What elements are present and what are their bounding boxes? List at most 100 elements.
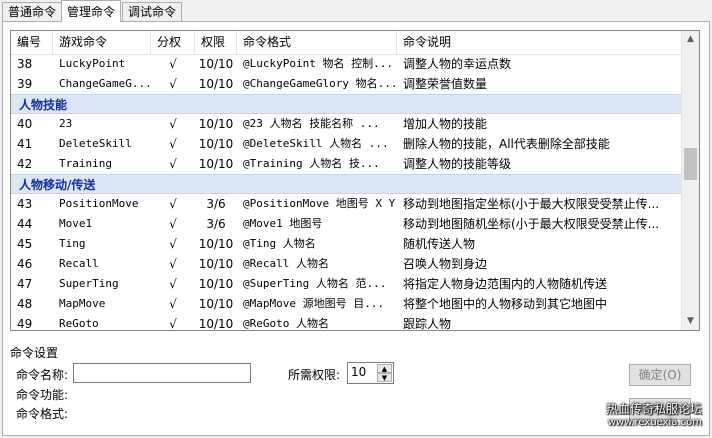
col-header-flag[interactable]: 分权 <box>151 31 195 54</box>
cell-command: MapMove <box>59 297 106 310</box>
col-header-permission[interactable]: 权限 <box>195 31 237 54</box>
vertical-scrollbar[interactable]: ▲ ▼ <box>681 31 699 330</box>
cell-permission: 10/10 <box>198 117 234 131</box>
tab-bar: 普通命令 管理命令 调试命令 <box>0 0 712 22</box>
cell-flag: √ <box>169 277 177 291</box>
cell-command: 23 <box>59 117 73 130</box>
table-row[interactable]: 40 23 √ 10/10 @23 人物名 技能名称 ... 增加人物的技能 <box>11 114 683 134</box>
cell-id: 45 <box>17 237 33 251</box>
cell-permission: 10/10 <box>198 137 234 151</box>
cell-permission: 3/6 <box>206 217 226 231</box>
cell-id: 43 <box>17 197 33 211</box>
command-function-label: 命令功能: <box>16 388 69 402</box>
scrollbar-thumb[interactable] <box>684 148 697 180</box>
watermark: 热血传奇私服论坛 www.rexuexia.com <box>606 400 702 428</box>
table-row[interactable]: 41 DeleteSkill √ 10/10 @DeleteSkill 人物名 ... 删… <box>11 134 683 154</box>
group-header-row[interactable]: 人物技能 <box>11 94 683 114</box>
tab-normal-commands[interactable]: 普通命令 <box>2 2 63 21</box>
cell-description: 调整人物的幸运点数 <box>403 57 512 71</box>
cell-format: @LuckyPoint 物名 控制... <box>243 57 393 70</box>
group-header-row[interactable]: 人物移动/传送 <box>11 174 683 194</box>
cell-id: 48 <box>17 297 33 311</box>
scroll-up-arrow-icon[interactable]: ▲ <box>682 31 699 48</box>
cell-format: @SuperTing 人物名 范... <box>243 277 387 290</box>
cell-flag: √ <box>169 117 177 131</box>
table-row[interactable]: 47 SuperTing √ 10/10 @SuperTing 人物名 范... 将指定人… <box>11 274 683 294</box>
cell-flag: √ <box>169 257 177 271</box>
watermark-line1: 热血传奇私服论坛 <box>605 402 702 416</box>
table-row[interactable]: 39 ChangeGameG... √ 10/10 @ChangeGameGlory 物… <box>11 74 683 94</box>
scroll-down-arrow-icon[interactable]: ▼ <box>682 313 699 330</box>
command-format-label: 命令格式: <box>16 407 69 421</box>
cell-id: 44 <box>17 217 33 231</box>
cell-flag: √ <box>169 217 177 231</box>
cell-command: ChangeGameG... <box>59 77 151 90</box>
cell-format: @ChangeGameGlory 物名... <box>243 77 397 90</box>
cell-command: Recall <box>59 257 99 270</box>
cell-description: 跟踪人物 <box>403 317 452 330</box>
cell-id: 49 <box>17 317 33 330</box>
cell-command: DeleteSkill <box>59 137 132 150</box>
table-row[interactable]: 48 MapMove √ 10/10 @MapMove 源地图号 目... 将整个地图中的… <box>11 294 683 314</box>
watermark-url: www.rexuexia.com <box>607 417 702 428</box>
cell-format: @DeleteSkill 人物名 ... <box>243 137 389 150</box>
cell-flag: √ <box>169 157 177 171</box>
cell-flag: √ <box>169 297 177 311</box>
cell-description: 调整荣誉值数量 <box>403 77 488 91</box>
col-header-id[interactable]: 编号 <box>11 31 53 54</box>
cell-permission: 10/10 <box>198 157 234 171</box>
confirm-button[interactable]: 确定(O) <box>629 364 691 386</box>
spin-down-icon[interactable]: ▼ <box>377 373 392 382</box>
cell-flag: √ <box>169 77 177 91</box>
cell-format: @23 人物名 技能名称 ... <box>243 117 380 130</box>
cell-format: @MapMove 源地图号 目... <box>243 297 385 310</box>
table-row[interactable]: 42 Training √ 10/10 @Training 人物名 技... 调整人物的技… <box>11 154 683 174</box>
cell-format: @ReGoto 人物名 <box>243 317 329 330</box>
table-row[interactable]: 46 Recall √ 10/10 @Recall 人物名 召唤人物到身边 <box>11 254 683 274</box>
table-row[interactable]: 45 Ting √ 10/10 @Ting 人物名 随机传送人物 <box>11 234 683 254</box>
cell-description: 移动到地图随机坐标(小于最大权限受受禁止传... <box>403 217 660 231</box>
settings-group-title: 命令设置 <box>10 346 59 360</box>
table-row[interactable]: 49 ReGoto √ 10/10 @ReGoto 人物名 跟踪人物 <box>11 314 683 330</box>
cell-permission: 10/10 <box>198 77 234 91</box>
command-name-label: 命令名称: <box>16 368 69 382</box>
table-header: 编号 游戏命令 分权 权限 命令格式 命令说明 <box>11 31 683 55</box>
table-row[interactable]: 38 LuckyPoint √ 10/10 @LuckyPoint 物名 控制... 调整… <box>11 54 683 74</box>
table-row[interactable]: 43 PositionMove √ 3/6 @PositionMove 地图号 X Y 移… <box>11 194 683 214</box>
cell-command: ReGoto <box>59 317 99 330</box>
cell-format: @Move1 地图号 <box>243 217 323 230</box>
cell-id: 46 <box>17 257 33 271</box>
col-header-command[interactable]: 游戏命令 <box>53 31 151 54</box>
cell-flag: √ <box>169 137 177 151</box>
tab-admin-commands[interactable]: 管理命令 <box>61 0 122 22</box>
permission-value: 10 <box>351 365 367 379</box>
cell-flag: √ <box>169 237 177 251</box>
col-header-description[interactable]: 命令说明 <box>397 31 683 54</box>
cell-id: 42 <box>17 157 33 171</box>
cell-format: @Ting 人物名 <box>243 237 316 250</box>
cell-description: 将指定人物身边范围内的人物随机传送 <box>403 277 608 291</box>
permission-spinner[interactable]: 10 ▲ ▼ <box>347 362 394 384</box>
cell-flag: √ <box>169 197 177 211</box>
cell-permission: 10/10 <box>198 317 234 330</box>
cell-description: 随机传送人物 <box>403 237 476 251</box>
spin-up-icon[interactable]: ▲ <box>377 364 392 373</box>
cell-flag: √ <box>169 57 177 71</box>
cell-command: PositionMove <box>59 197 139 210</box>
cell-id: 38 <box>17 57 33 71</box>
table-body: 38 LuckyPoint √ 10/10 @LuckyPoint 物名 控制... 调整… <box>11 54 683 330</box>
cell-format: @Recall 人物名 <box>243 257 329 270</box>
cell-description: 删除人物的技能，All代表删除全部技能 <box>403 137 610 151</box>
tab-debug-commands[interactable]: 调试命令 <box>122 2 183 21</box>
cell-permission: 10/10 <box>198 57 234 71</box>
cell-permission: 10/10 <box>198 257 234 271</box>
cell-id: 47 <box>17 277 33 291</box>
cell-description: 移动到地图指定坐标(小于最大权限受受禁止传... <box>403 197 660 211</box>
required-permission-label: 所需权限: <box>288 368 341 382</box>
table-row[interactable]: 44 Move1 √ 3/6 @Move1 地图号 移动到地图随机坐标(小于最大权限受受禁… <box>11 214 683 234</box>
cell-description: 召唤人物到身边 <box>403 257 488 271</box>
cell-id: 40 <box>17 117 33 131</box>
col-header-format[interactable]: 命令格式 <box>237 31 397 54</box>
command-name-input[interactable] <box>73 363 251 383</box>
cell-id: 41 <box>17 137 33 151</box>
